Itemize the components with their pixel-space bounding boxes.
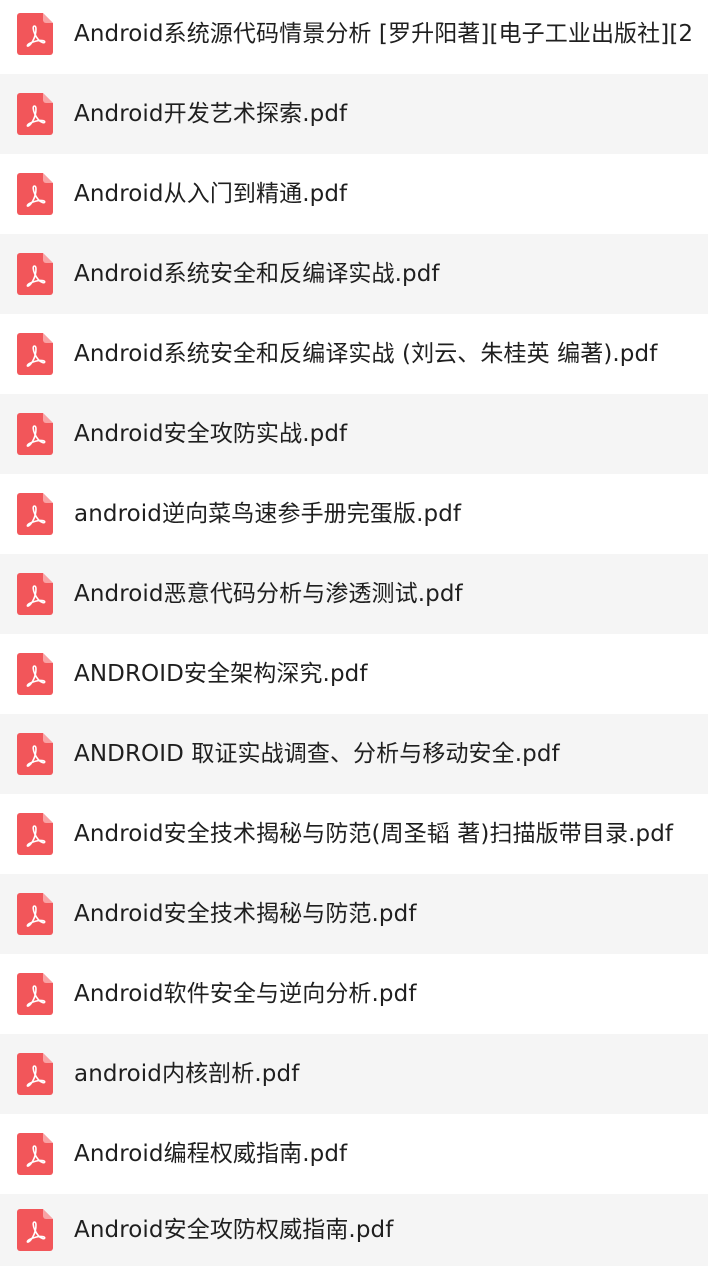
file-row[interactable]: Android编程权威指南.pdf: [0, 1114, 708, 1194]
file-row[interactable]: Android安全技术揭秘与防范.pdf: [0, 874, 708, 954]
file-row[interactable]: Android安全攻防权威指南.pdf: [0, 1194, 708, 1266]
file-row[interactable]: ANDROID 取证实战调查、分析与移动安全.pdf: [0, 714, 708, 794]
file-name: Android安全攻防权威指南.pdf: [74, 1217, 394, 1243]
file-row[interactable]: Android系统源代码情景分析 [罗升阳著][电子工业出版社][2: [0, 0, 708, 74]
file-row[interactable]: Android软件安全与逆向分析.pdf: [0, 954, 708, 1034]
file-name: Android系统安全和反编译实战 (刘云、朱桂英 编著).pdf: [74, 341, 658, 367]
file-name: Android系统安全和反编译实战.pdf: [74, 261, 440, 287]
pdf-file-icon: [17, 493, 53, 535]
pdf-file-icon: [17, 653, 53, 695]
pdf-file-icon: [17, 1053, 53, 1095]
file-row[interactable]: Android系统安全和反编译实战.pdf: [0, 234, 708, 314]
pdf-file-icon: [17, 173, 53, 215]
file-row[interactable]: Android系统安全和反编译实战 (刘云、朱桂英 编著).pdf: [0, 314, 708, 394]
file-row[interactable]: Android恶意代码分析与渗透测试.pdf: [0, 554, 708, 634]
pdf-file-icon: [17, 733, 53, 775]
pdf-file-icon: [17, 813, 53, 855]
pdf-file-icon: [17, 13, 53, 55]
file-name: Android软件安全与逆向分析.pdf: [74, 981, 417, 1007]
file-name: Android开发艺术探索.pdf: [74, 101, 348, 127]
pdf-file-icon: [17, 1209, 53, 1251]
file-name: Android从入门到精通.pdf: [74, 181, 348, 207]
pdf-file-icon: [17, 973, 53, 1015]
file-name: Android编程权威指南.pdf: [74, 1141, 348, 1167]
pdf-file-icon: [17, 93, 53, 135]
file-name: ANDROID 取证实战调查、分析与移动安全.pdf: [74, 741, 560, 767]
pdf-file-icon: [17, 413, 53, 455]
file-row[interactable]: Android安全技术揭秘与防范(周圣韬 著)扫描版带目录.pdf: [0, 794, 708, 874]
file-name: android内核剖析.pdf: [74, 1061, 300, 1087]
pdf-file-icon: [17, 333, 53, 375]
pdf-file-icon: [17, 253, 53, 295]
file-row[interactable]: android内核剖析.pdf: [0, 1034, 708, 1114]
file-name: ANDROID安全架构深究.pdf: [74, 661, 368, 687]
file-name: Android安全技术揭秘与防范.pdf: [74, 901, 417, 927]
file-row[interactable]: Android安全攻防实战.pdf: [0, 394, 708, 474]
file-row[interactable]: Android从入门到精通.pdf: [0, 154, 708, 234]
file-row[interactable]: Android开发艺术探索.pdf: [0, 74, 708, 154]
file-name: Android系统源代码情景分析 [罗升阳著][电子工业出版社][2: [74, 21, 694, 47]
file-row[interactable]: ANDROID安全架构深究.pdf: [0, 634, 708, 714]
pdf-file-icon: [17, 573, 53, 615]
file-list: Android系统源代码情景分析 [罗升阳著][电子工业出版社][2 Andro…: [0, 0, 708, 1266]
pdf-file-icon: [17, 1133, 53, 1175]
file-name: android逆向菜鸟速参手册完蛋版.pdf: [74, 501, 462, 527]
file-name: Android恶意代码分析与渗透测试.pdf: [74, 581, 463, 607]
file-name: Android安全技术揭秘与防范(周圣韬 著)扫描版带目录.pdf: [74, 821, 674, 847]
file-name: Android安全攻防实战.pdf: [74, 421, 348, 447]
file-row[interactable]: android逆向菜鸟速参手册完蛋版.pdf: [0, 474, 708, 554]
pdf-file-icon: [17, 893, 53, 935]
